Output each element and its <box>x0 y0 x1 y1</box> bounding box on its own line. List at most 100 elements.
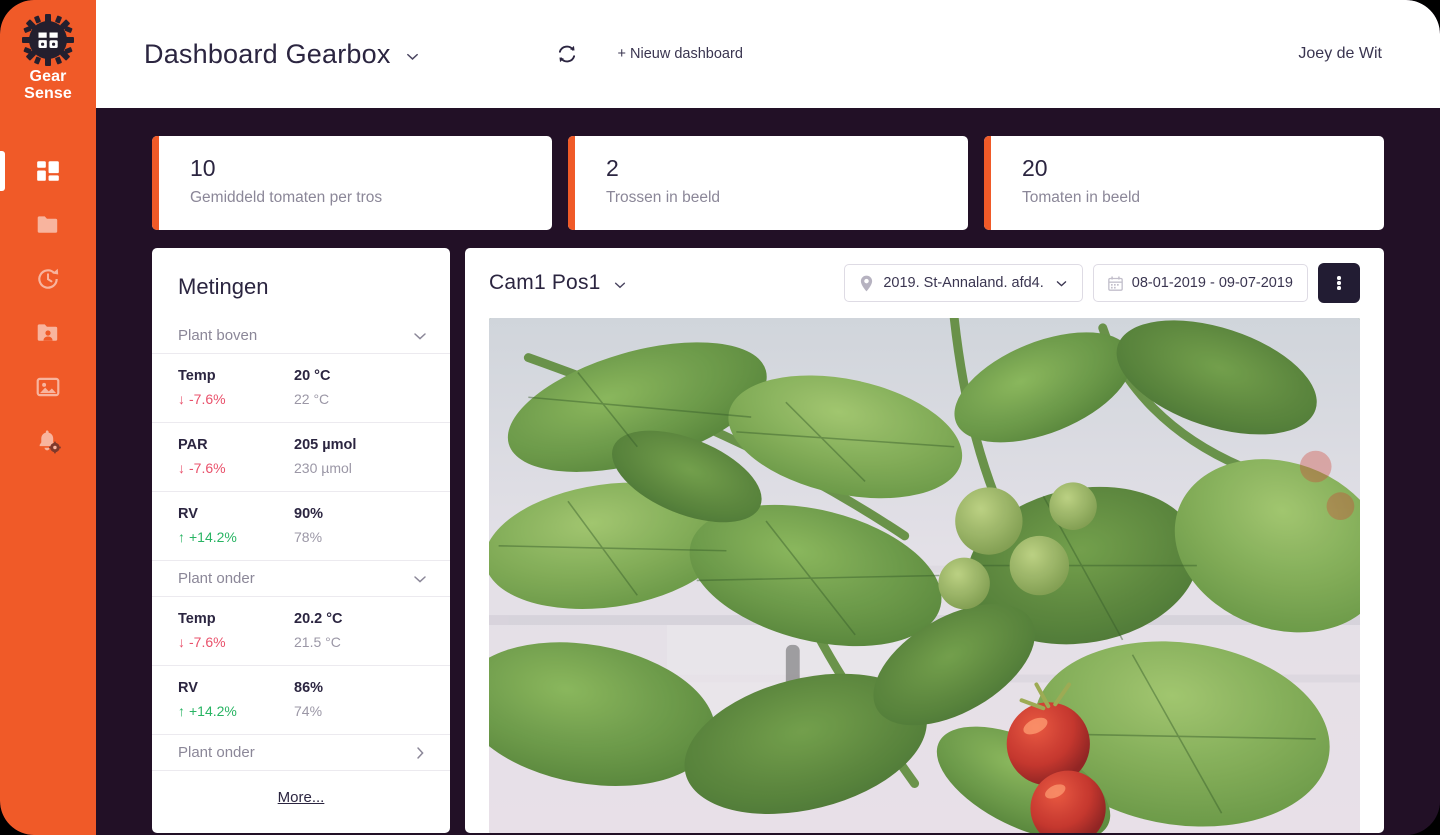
kpi-card: 20 Tomaten in beeld <box>984 136 1384 230</box>
measurement-left: PAR ↓ -7.6% <box>178 435 294 478</box>
measurement-row: RV ↑ +14.2% 90% 78% <box>152 492 450 561</box>
kpi-label: Tomaten in beeld <box>1022 189 1141 206</box>
sidebar: Gear Sense <box>0 0 96 835</box>
kpi-row: 10 Gemiddeld tomaten per tros 2 Trossen … <box>152 136 1384 230</box>
date-range-selector[interactable]: 08-01-2019 - 09-07-2019 <box>1092 264 1308 302</box>
measurement-current: 20 °C <box>294 368 331 384</box>
measurement-current: 20.2 °C <box>294 611 343 627</box>
kpi-label: Gemiddeld tomaten per tros <box>190 189 383 206</box>
kebab-menu-icon[interactable] <box>1318 263 1360 303</box>
main-content: 10 Gemiddeld tomaten per tros 2 Trossen … <box>96 108 1440 835</box>
camera-toolbar: 2019. St-Annaland. afd4. 08-01-2019 - 09… <box>844 263 1360 303</box>
image-icon <box>36 377 60 397</box>
kpi-value: 20 <box>1022 155 1048 181</box>
history-refresh-icon <box>38 268 59 289</box>
kebab-dot <box>1337 281 1341 285</box>
chevron-down-icon <box>414 332 426 340</box>
measurement-name: Temp <box>178 368 216 384</box>
delta-value: +14.2% <box>189 529 237 545</box>
measurement-right: 205 µmol 230 µmol <box>294 435 424 478</box>
chevron-right-icon <box>417 746 424 759</box>
date-range-value: 08-01-2019 - 09-07-2019 <box>1131 275 1293 291</box>
kebab-dot <box>1337 286 1341 290</box>
chevron-down-icon <box>1056 280 1067 287</box>
delta-value: -7.6% <box>189 391 226 407</box>
sidebar-item-projects[interactable] <box>0 198 96 252</box>
camera-image[interactable] <box>489 318 1360 833</box>
folder-user-icon <box>37 324 58 341</box>
measurement-delta: ↑ +14.2% <box>178 528 294 547</box>
sidebar-item-dashboard[interactable] <box>0 144 96 198</box>
kpi-card: 2 Trossen in beeld <box>568 136 968 230</box>
kpi-card: 10 Gemiddeld tomaten per tros <box>152 136 552 230</box>
measurement-row: Temp ↓ -7.6% 20.2 °C 21.5 °C <box>152 597 450 666</box>
kpi-label: Trossen in beeld <box>606 189 721 206</box>
measurement-previous: 78% <box>294 529 323 545</box>
page-title: Dashboard Gearbox <box>144 38 391 69</box>
more-link[interactable]: More... <box>278 789 325 806</box>
arrow-down-icon: ↓ <box>178 634 185 650</box>
arrow-down-icon: ↓ <box>178 460 185 476</box>
sidebar-item-clients[interactable] <box>0 306 96 360</box>
measurement-row: Temp ↓ -7.6% 20 °C 22 °C <box>152 354 450 423</box>
measurement-left: RV ↑ +14.2% <box>178 504 294 547</box>
group-label: Plant onder <box>178 570 255 587</box>
metingen-footer: More... <box>152 771 450 833</box>
brand-name-line1: Gear <box>29 68 67 85</box>
measurement-delta: ↓ -7.6% <box>178 390 294 409</box>
sidebar-item-history[interactable] <box>0 252 96 306</box>
delta-value: +14.2% <box>189 703 237 719</box>
user-menu[interactable]: Joey de Wit <box>1298 45 1382 63</box>
location-selector[interactable]: 2019. St-Annaland. afd4. <box>844 264 1083 302</box>
group-header-plant-boven[interactable]: Plant boven <box>152 318 450 354</box>
arrow-up-icon: ↑ <box>178 703 185 719</box>
measurement-left: RV ↑ +14.2% <box>178 678 294 721</box>
location-value: 2019. St-Annaland. afd4. <box>883 275 1044 291</box>
measurement-left: Temp ↓ -7.6% <box>178 609 294 652</box>
new-dashboard-button[interactable]: + Nieuw dashboard <box>618 46 743 62</box>
measurement-name: Temp <box>178 611 216 627</box>
group-label: Plant boven <box>178 327 258 344</box>
sidebar-item-media[interactable] <box>0 360 96 414</box>
delta-value: -7.6% <box>189 634 226 650</box>
group-label: Plant onder <box>178 744 255 761</box>
topbar: Dashboard Gearbox + Nieuw dashboard Joey… <box>96 0 1440 108</box>
arrow-down-icon: ↓ <box>178 391 185 407</box>
group-header-plant-onder[interactable]: Plant onder <box>152 561 450 597</box>
measurement-right: 86% 74% <box>294 678 424 721</box>
chevron-down-icon[interactable] <box>613 278 627 292</box>
metingen-panel: Metingen Plant boven Temp ↓ -7.6% 20 °C … <box>152 248 450 833</box>
folder-icon <box>37 216 58 233</box>
measurement-previous: 22 °C <box>294 391 330 407</box>
measurement-name: PAR <box>178 437 208 453</box>
notification-settings-icon <box>39 430 61 454</box>
kpi-value: 10 <box>190 155 216 181</box>
dashboard-grid-icon <box>37 161 59 181</box>
measurement-right: 20.2 °C 21.5 °C <box>294 609 424 652</box>
measurement-left: Temp ↓ -7.6% <box>178 366 294 409</box>
brand-name-line2: Sense <box>24 85 72 102</box>
measurement-name: RV <box>178 680 198 696</box>
measurement-name: RV <box>178 506 198 522</box>
measurement-delta: ↑ +14.2% <box>178 702 294 721</box>
gear-logo-icon <box>22 14 74 66</box>
greenhouse-photo <box>489 318 1360 833</box>
refresh-icon[interactable] <box>556 43 578 65</box>
kpi-value: 2 <box>606 155 619 181</box>
measurement-row: PAR ↓ -7.6% 205 µmol 230 µmol <box>152 423 450 492</box>
measurement-right: 90% 78% <box>294 504 424 547</box>
camera-header: Cam1 Pos1 2019. St-Annaland. afd4. 08-01… <box>489 248 1360 318</box>
metingen-title: Metingen <box>178 274 269 299</box>
chevron-down-icon <box>414 575 426 583</box>
measurement-current: 86% <box>294 680 324 696</box>
brand[interactable]: Gear Sense <box>0 0 96 102</box>
group-header-plant-onder-collapsed[interactable]: Plant onder <box>152 735 450 771</box>
location-pin-icon <box>861 275 873 291</box>
measurement-row: RV ↑ +14.2% 86% 74% <box>152 666 450 735</box>
sidebar-item-alerts[interactable] <box>0 414 96 468</box>
arrow-up-icon: ↑ <box>178 529 185 545</box>
measurement-delta: ↓ -7.6% <box>178 633 294 652</box>
chevron-down-icon[interactable] <box>405 49 420 64</box>
measurement-delta: ↓ -7.6% <box>178 459 294 478</box>
calendar-icon <box>1107 275 1123 291</box>
